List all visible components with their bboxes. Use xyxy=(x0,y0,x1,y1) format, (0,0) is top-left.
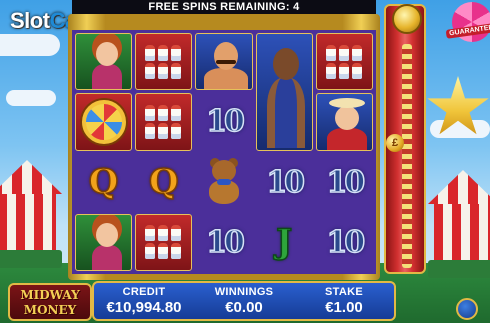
symbol-ten: 10 xyxy=(326,224,366,261)
symbol-ringmistress xyxy=(75,33,133,91)
winnings-label: WINNINGS xyxy=(214,286,274,298)
symbol-ten: 10 xyxy=(205,104,245,141)
balance-panel: CREDIT €10,994.80 WINNINGS €0.00 STAKE €… xyxy=(92,281,396,321)
coin-icon: £ xyxy=(386,134,404,152)
carnival-tent xyxy=(0,160,62,270)
free-spins-banner: FREE SPINS REMAINING: 4 xyxy=(72,0,376,14)
symbol-acrobat xyxy=(255,33,313,151)
bell-icon xyxy=(392,4,422,34)
meter-scale xyxy=(402,44,412,268)
carnival-tent xyxy=(428,170,490,280)
symbol-jack: J xyxy=(275,222,293,264)
credit-value: €10,994.80 xyxy=(106,299,182,316)
credit-display: CREDIT €10,994.80 xyxy=(94,283,194,319)
credit-label: CREDIT xyxy=(122,286,166,298)
symbol-ringmaster xyxy=(315,93,373,151)
cloud xyxy=(6,90,56,106)
reel-grid: 10 Q Q 10 10 10 J 10 xyxy=(72,30,376,274)
symbol-ten: 10 xyxy=(326,164,366,201)
winnings-value: €0.00 xyxy=(225,299,263,316)
symbol-milk-bottles xyxy=(135,33,193,91)
symbol-ten: 10 xyxy=(205,224,245,261)
symbol-strongman xyxy=(195,33,253,91)
symbol-milk-bottles xyxy=(135,213,193,271)
symbol-queen: Q xyxy=(148,161,179,203)
symbol-milk-bottles xyxy=(315,33,373,91)
winnings-display: WINNINGS €0.00 xyxy=(194,283,294,319)
symbol-ten: 10 xyxy=(266,164,306,201)
cloud xyxy=(430,120,490,138)
game-logo: MIDWAY MONEY xyxy=(8,283,92,321)
symbol-ringmistress xyxy=(75,213,133,271)
cloud xyxy=(0,34,60,56)
symbol-teddy-bear xyxy=(195,154,252,211)
symbol-queen: Q xyxy=(88,161,119,203)
stake-label: STAKE xyxy=(325,286,363,298)
menu-button[interactable] xyxy=(456,298,478,320)
stake-value[interactable]: €1.00 xyxy=(294,299,394,316)
symbol-milk-bottles xyxy=(135,93,193,151)
stake-display[interactable]: STAKE €1.00 xyxy=(294,283,394,319)
symbol-prize-wheel xyxy=(75,93,133,151)
